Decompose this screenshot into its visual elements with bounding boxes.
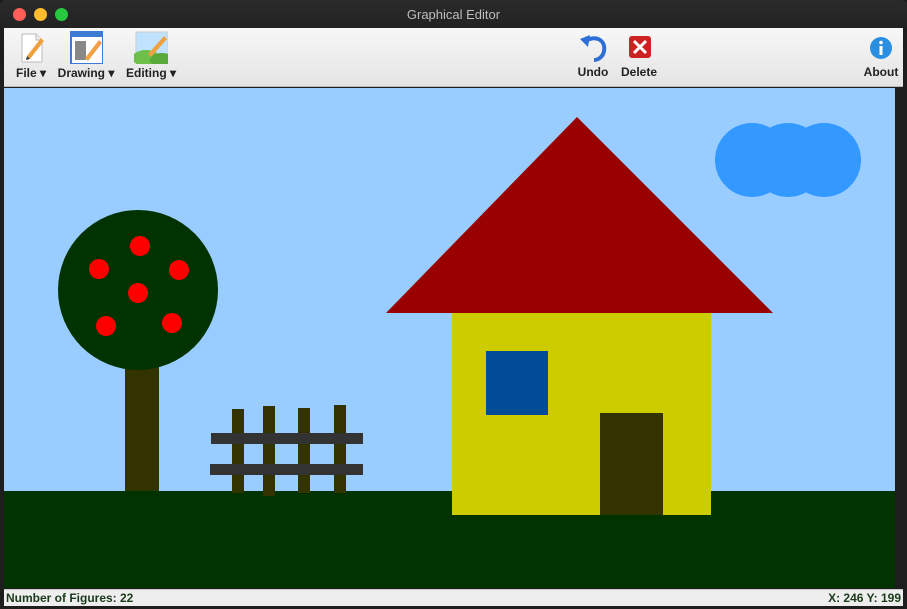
- app-window: Graphical Editor File ▾ Drawing ▾ Editin…: [0, 0, 907, 609]
- fence-post[interactable]: [298, 408, 310, 493]
- title-bar: Graphical Editor: [0, 0, 907, 28]
- delete-button[interactable]: Delete: [619, 33, 659, 79]
- landscape-pencil-icon: [132, 30, 174, 67]
- figure-count: Number of Figures: 22: [6, 591, 134, 605]
- undo-label: Undo: [577, 65, 609, 79]
- window-title: Graphical Editor: [406, 6, 501, 22]
- editing-menu-button[interactable]: Editing ▾: [126, 30, 176, 80]
- apple[interactable]: [169, 260, 189, 280]
- house-door[interactable]: [600, 413, 663, 515]
- fence-rail[interactable]: [211, 433, 363, 444]
- undo-button[interactable]: Undo: [576, 33, 610, 79]
- undo-arrow-icon: [576, 33, 610, 63]
- house-window[interactable]: [486, 351, 548, 415]
- fence-post[interactable]: [334, 405, 346, 493]
- document-pencil-icon: [14, 30, 48, 64]
- file-menu-label: File ▾: [15, 66, 47, 80]
- apple[interactable]: [96, 316, 116, 336]
- close-window-button[interactable]: [13, 8, 26, 21]
- file-menu-button[interactable]: File ▾: [8, 30, 54, 80]
- cursor-coordinates: X: 246 Y: 199: [828, 591, 901, 605]
- drawing-board-icon: [69, 30, 104, 65]
- apple[interactable]: [128, 283, 148, 303]
- grass-rectangle[interactable]: [4, 491, 895, 588]
- drawing-menu-label: Drawing ▾: [57, 66, 115, 80]
- tree-trunk[interactable]: [125, 358, 159, 491]
- apple[interactable]: [89, 259, 109, 279]
- drawing-menu-button[interactable]: Drawing ▾: [58, 30, 114, 80]
- cloud-circle[interactable]: [787, 123, 861, 197]
- fence-rail[interactable]: [210, 464, 363, 475]
- editing-menu-label: Editing ▾: [126, 66, 177, 80]
- house-roof[interactable]: [386, 117, 773, 313]
- maximize-window-button[interactable]: [55, 8, 68, 21]
- apple[interactable]: [130, 236, 150, 256]
- minimize-window-button[interactable]: [34, 8, 47, 21]
- status-bar: Number of Figures: 22 X: 246 Y: 199: [4, 589, 903, 606]
- toolbar: File ▾ Drawing ▾ Editing ▾ Undo Delete A…: [4, 28, 903, 87]
- window-controls: [13, 8, 68, 21]
- fence-post[interactable]: [232, 409, 244, 493]
- info-icon: [864, 33, 898, 63]
- delete-label: Delete: [620, 65, 658, 79]
- delete-x-icon: [622, 33, 656, 63]
- about-label: About: [863, 65, 899, 79]
- drawing-canvas[interactable]: [4, 88, 895, 588]
- about-button[interactable]: About: [863, 33, 899, 79]
- apple[interactable]: [162, 313, 182, 333]
- fence-post[interactable]: [263, 406, 275, 496]
